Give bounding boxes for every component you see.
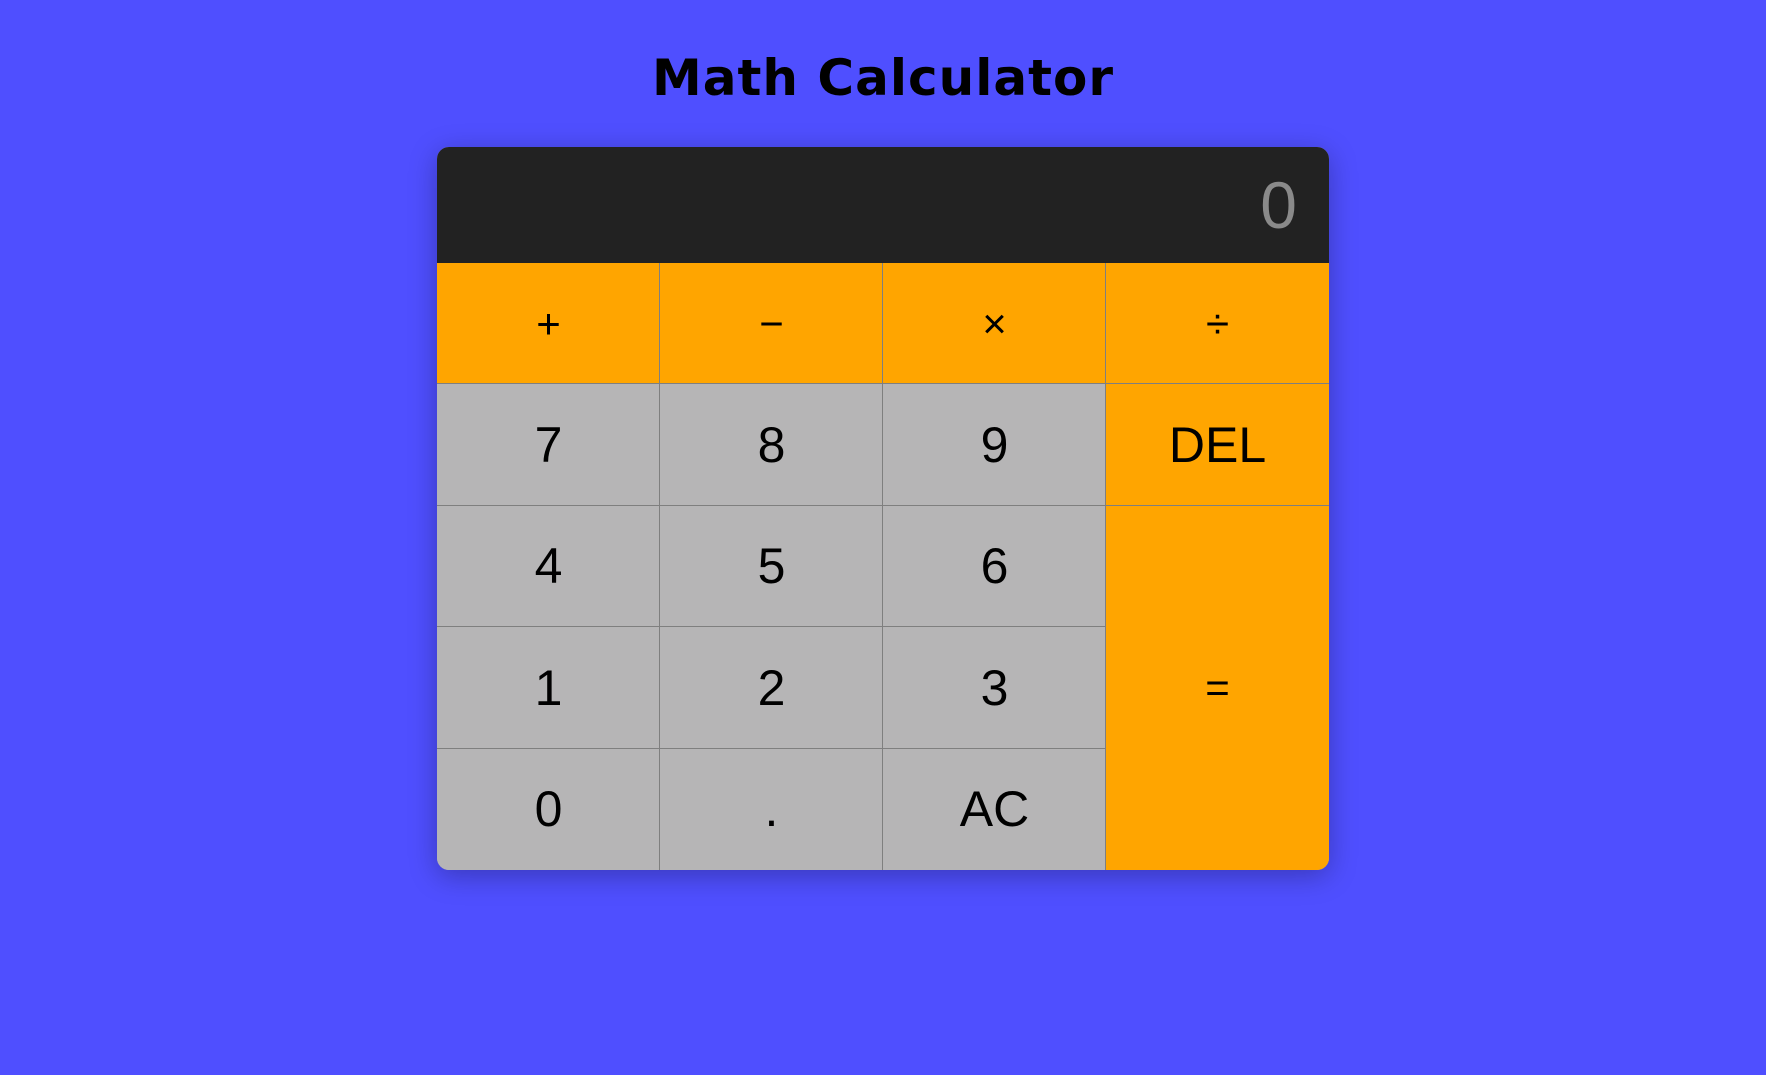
- divide-button[interactable]: ÷: [1106, 263, 1329, 385]
- equals-button[interactable]: =: [1106, 505, 1329, 870]
- multiply-button[interactable]: ×: [883, 263, 1106, 385]
- calculator-display: 0: [437, 147, 1329, 263]
- digit-2-button[interactable]: 2: [660, 627, 883, 749]
- calculator: 0 + − × ÷ 7 8 9 DEL 4 5 6 = 1 2 3 0 . AC: [437, 147, 1329, 870]
- decimal-button[interactable]: .: [660, 748, 883, 870]
- digit-6-button[interactable]: 6: [883, 505, 1106, 628]
- digit-3-button[interactable]: 3: [883, 627, 1106, 749]
- digit-8-button[interactable]: 8: [660, 384, 883, 506]
- subtract-button[interactable]: −: [660, 263, 883, 385]
- digit-4-button[interactable]: 4: [437, 505, 660, 628]
- digit-5-button[interactable]: 5: [660, 505, 883, 628]
- digit-0-button[interactable]: 0: [437, 748, 660, 870]
- digit-9-button[interactable]: 9: [883, 384, 1106, 506]
- digit-7-button[interactable]: 7: [437, 384, 660, 506]
- add-button[interactable]: +: [437, 263, 660, 385]
- delete-button[interactable]: DEL: [1106, 384, 1329, 506]
- page-title: Math Calculator: [652, 49, 1114, 107]
- digit-1-button[interactable]: 1: [437, 627, 660, 749]
- keypad: + − × ÷ 7 8 9 DEL 4 5 6 = 1 2 3 0 . AC: [437, 263, 1329, 870]
- all-clear-button[interactable]: AC: [883, 748, 1106, 870]
